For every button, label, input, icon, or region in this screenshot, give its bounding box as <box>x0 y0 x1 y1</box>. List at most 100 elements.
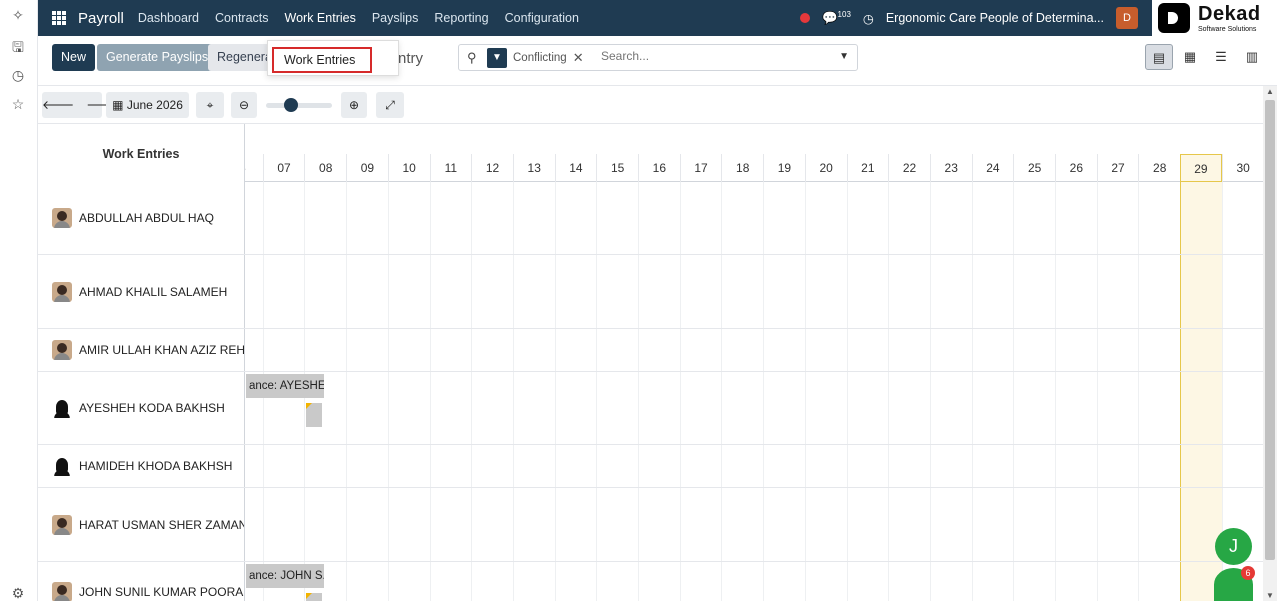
gantt-cell[interactable] <box>721 488 763 561</box>
company-switcher[interactable]: Ergonomic Care People of Determina... <box>886 11 1104 25</box>
gantt-cell[interactable] <box>971 445 1014 487</box>
gantt-cell[interactable] <box>1221 255 1263 328</box>
gantt-cell[interactable] <box>1138 445 1180 487</box>
sparkle-icon[interactable]: ✧ <box>9 6 27 24</box>
gantt-cell[interactable] <box>304 255 346 328</box>
gantt-cell[interactable] <box>596 488 638 561</box>
scroll-down-icon[interactable]: ▼ <box>1266 591 1274 600</box>
gantt-cell[interactable] <box>346 488 388 561</box>
gantt-cell[interactable] <box>304 445 346 487</box>
gantt-cell[interactable] <box>262 329 305 371</box>
gantt-cell[interactable] <box>1096 562 1139 601</box>
gantt-cell[interactable] <box>1055 562 1097 601</box>
gantt-cell[interactable] <box>929 445 972 487</box>
gantt-cell[interactable] <box>888 255 930 328</box>
gantt-cell[interactable] <box>1180 182 1222 254</box>
gantt-cell[interactable] <box>1013 329 1055 371</box>
gantt-cell[interactable] <box>846 445 889 487</box>
regenerate-button[interactable]: Regenerate <box>208 44 270 71</box>
gantt-cell[interactable] <box>346 329 388 371</box>
gantt-cell[interactable] <box>679 329 722 371</box>
gantt-cell[interactable] <box>679 445 722 487</box>
gantt-cell[interactable] <box>971 182 1014 254</box>
gantt-cell[interactable] <box>346 182 388 254</box>
gantt-cell[interactable] <box>846 182 889 254</box>
work-entry-pill[interactable]: ance: AYESHE... <box>246 374 324 398</box>
menu-work-entries[interactable]: Work Entries <box>285 11 356 25</box>
work-entry-conflict-marker[interactable] <box>306 403 323 427</box>
gantt-cell[interactable] <box>1138 329 1180 371</box>
gantt-cell[interactable] <box>346 445 388 487</box>
gantt-cell[interactable] <box>471 255 513 328</box>
gantt-cell[interactable] <box>1096 329 1139 371</box>
gantt-cell[interactable] <box>429 488 472 561</box>
history-icon[interactable]: ◷ <box>9 66 27 84</box>
gantt-cell[interactable] <box>721 562 763 601</box>
gantt-cell[interactable] <box>1013 562 1055 601</box>
work-entry-pill[interactable]: ance: JOHN S... <box>246 564 324 588</box>
scroll-up-icon[interactable]: ▲ <box>1266 87 1274 96</box>
gantt-cell[interactable] <box>721 445 763 487</box>
gantt-cell[interactable] <box>638 562 680 601</box>
employee-row-header[interactable]: AHMAD KHALIL SALAMEH <box>38 255 245 328</box>
zoom-out-icon[interactable]: ⊖ <box>231 92 257 118</box>
gantt-cell[interactable] <box>1013 182 1055 254</box>
gantt-cell[interactable] <box>721 182 763 254</box>
gantt-cell[interactable] <box>721 255 763 328</box>
gantt-cell[interactable] <box>679 372 722 444</box>
gantt-cell[interactable] <box>846 255 889 328</box>
gantt-cell[interactable] <box>554 329 597 371</box>
gantt-cell[interactable] <box>638 255 680 328</box>
messages-icon[interactable]: 💬103 <box>822 10 851 26</box>
gantt-cell[interactable] <box>1221 445 1263 487</box>
gantt-cell[interactable] <box>1221 329 1263 371</box>
gantt-cell[interactable] <box>971 255 1014 328</box>
gantt-cell[interactable] <box>304 182 346 254</box>
activity-clock-icon[interactable]: ◷ <box>863 11 874 26</box>
gantt-cell[interactable] <box>929 372 972 444</box>
gantt-cell[interactable] <box>1138 182 1180 254</box>
gantt-cell[interactable] <box>262 488 305 561</box>
generate-payslips-button[interactable]: Generate Payslips <box>97 44 218 71</box>
gantt-cell[interactable] <box>679 562 722 601</box>
gantt-cell[interactable] <box>1138 488 1180 561</box>
menu-contracts[interactable]: Contracts <box>215 11 269 25</box>
employee-row-header[interactable]: AMIR ULLAH KHAN AZIZ REH... <box>38 329 245 371</box>
gantt-cell[interactable] <box>804 562 847 601</box>
gantt-cell[interactable] <box>929 182 972 254</box>
gantt-cell[interactable] <box>721 329 763 371</box>
gantt-cell[interactable] <box>512 372 555 444</box>
gantt-cell[interactable] <box>1013 445 1055 487</box>
gantt-cell[interactable] <box>971 329 1014 371</box>
gantt-cell[interactable] <box>596 329 638 371</box>
gantt-cell[interactable] <box>512 445 555 487</box>
gantt-cell[interactable] <box>1096 372 1139 444</box>
gantt-cell[interactable] <box>971 488 1014 561</box>
gantt-cell[interactable] <box>846 562 889 601</box>
remove-facet-icon[interactable]: ✕ <box>573 50 584 66</box>
gantt-cell[interactable] <box>471 488 513 561</box>
gantt-cell[interactable] <box>262 255 305 328</box>
gantt-cell[interactable] <box>1096 445 1139 487</box>
gantt-cell[interactable] <box>929 562 972 601</box>
pivot-view-icon[interactable]: ▥ <box>1238 44 1266 70</box>
gantt-cell[interactable] <box>929 329 972 371</box>
gantt-cell[interactable] <box>346 255 388 328</box>
gantt-cell[interactable] <box>1180 445 1222 487</box>
gantt-cell[interactable] <box>721 372 763 444</box>
search-options-caret-icon[interactable]: ▼ <box>839 51 849 62</box>
gantt-cell[interactable] <box>387 445 430 487</box>
gantt-cell[interactable] <box>1138 372 1180 444</box>
gantt-cell[interactable] <box>471 372 513 444</box>
gantt-cell[interactable] <box>1013 255 1055 328</box>
work-entry-conflict-marker[interactable] <box>306 593 323 601</box>
new-button[interactable]: New <box>52 44 96 71</box>
gantt-view-icon[interactable]: ▤ <box>1145 44 1173 70</box>
arrow-left-icon[interactable]: 🡐 <box>42 98 74 112</box>
employee-row-header[interactable]: ABDULLAH ABDUL HAQ <box>38 182 245 254</box>
employee-row-header[interactable]: HAMIDEH KHODA BAKHSH <box>38 445 245 487</box>
gantt-cell[interactable] <box>846 372 889 444</box>
gantt-cell[interactable] <box>1180 255 1222 328</box>
settings-icon[interactable]: ⚙ <box>9 584 27 602</box>
menu-dashboard[interactable]: Dashboard <box>138 11 199 25</box>
